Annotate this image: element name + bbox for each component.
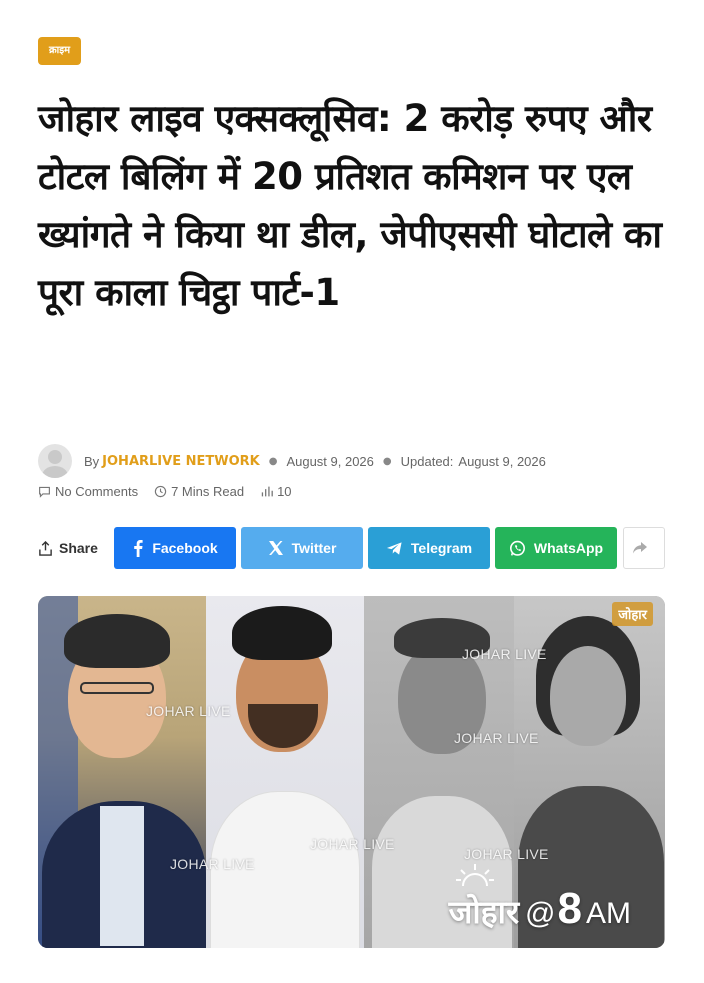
comments-stat[interactable]: No Comments [38, 484, 138, 499]
bar-chart-icon [261, 486, 273, 496]
brand-suffix: AM [586, 897, 631, 930]
photo-panel [38, 596, 206, 948]
johar-8am-brand: जोहार @ 8 AM [449, 884, 631, 934]
updated-label: Updated: [400, 453, 454, 469]
separator-dot: ● [382, 455, 392, 467]
comments-count: No Comments [55, 483, 139, 499]
photo-panel [206, 596, 364, 948]
read-time: 7 Mins Read [171, 483, 245, 499]
whatsapp-label: WhatsApp [533, 540, 604, 556]
share-bar: Share Facebook Twitter Telegram WhatsApp [38, 527, 670, 569]
forward-arrow-icon [633, 542, 647, 554]
telegram-icon [386, 541, 402, 555]
watermark: JOHAR LIVE [454, 730, 539, 746]
telegram-label: Telegram [410, 540, 473, 556]
twitter-label: Twitter [291, 540, 337, 556]
facebook-label: Facebook [152, 540, 218, 556]
more-share-button[interactable] [623, 527, 665, 569]
facebook-icon [134, 540, 143, 557]
article-stats: No Comments 7 Mins Read 10 [38, 482, 308, 500]
author-avatar[interactable] [38, 444, 72, 478]
watermark: JOHAR LIVE [462, 646, 547, 662]
twitter-share-button[interactable]: Twitter [241, 527, 363, 569]
views-stat: 10 [260, 483, 292, 499]
publish-date: August 9, 2026 [286, 453, 374, 469]
share-text: Share [59, 540, 98, 556]
clock-icon [154, 485, 167, 497]
share-label: Share [38, 540, 114, 556]
johar-logo: जोहार [612, 602, 653, 626]
brand-at: @ [525, 897, 556, 930]
watermark: JOHAR LIVE [146, 703, 231, 719]
views-count: 10 [277, 483, 292, 499]
featured-image: JOHAR LIVE JOHAR LIVE JOHAR LIVE JOHAR L… [38, 596, 665, 948]
by-label: By [84, 453, 100, 469]
brand-hindi: जोहार [448, 893, 520, 931]
whatsapp-share-button[interactable]: WhatsApp [495, 527, 617, 569]
updated-date: August 9, 2026 [458, 453, 546, 469]
brand-number: 8 [557, 884, 582, 933]
telegram-share-button[interactable]: Telegram [368, 527, 490, 569]
watermark: JOHAR LIVE [310, 836, 395, 852]
read-time-stat: 7 Mins Read [154, 484, 244, 499]
x-twitter-icon [268, 541, 283, 555]
separator-dot: ● [268, 455, 278, 467]
watermark: JOHAR LIVE [464, 846, 549, 862]
facebook-share-button[interactable]: Facebook [114, 527, 236, 569]
share-icon [39, 540, 52, 556]
whatsapp-icon [509, 540, 525, 556]
watermark: JOHAR LIVE [170, 856, 255, 872]
article-meta: By JOHARLIVE NETWORK ● August 9, 2026 ● … [38, 444, 546, 478]
author-link[interactable]: JOHARLIVE NETWORK [102, 454, 260, 469]
category-badge[interactable]: क्राइम [38, 37, 82, 65]
article-title: जोहार लाइव एक्सक्लूसिव: 2 करोड़ रुपए और … [38, 97, 662, 314]
comment-icon [39, 486, 50, 498]
